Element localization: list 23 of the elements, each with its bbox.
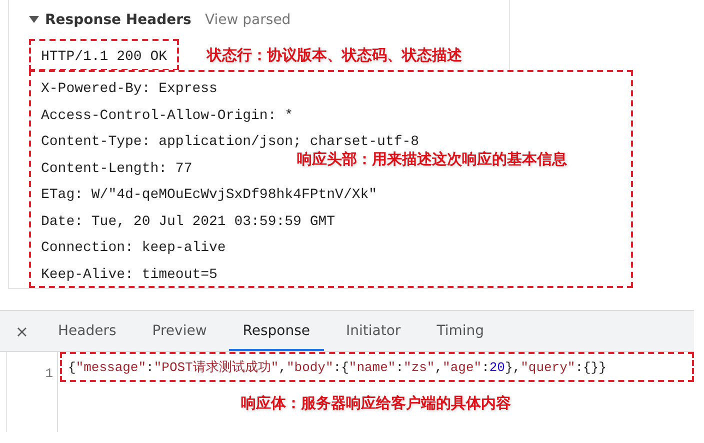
panel-tab[interactable]: Headers — [44, 311, 130, 351]
panel-tab[interactable]: Preview — [138, 311, 221, 351]
annotation-label: 响应头部：用来描述这次响应的基本信息 — [297, 150, 567, 169]
header-line: Keep-Alive: timeout=5 — [41, 266, 218, 284]
header-line: Access-Control-Allow-Origin: * — [41, 106, 294, 126]
annotation-label: 状态行：协议版本、状态码、状态描述 — [207, 46, 462, 64]
view-parsed-link[interactable]: View parsed — [205, 12, 291, 28]
header-line: Date: Tue, 20 Jul 2021 03:59:59 GMT — [41, 212, 336, 232]
header-line: Content-Type: application/json; charset-utf-8 — [41, 133, 420, 151]
panel-tab[interactable]: Timing — [422, 311, 498, 351]
panel-tab[interactable]: Initiator — [332, 311, 415, 351]
line-number: 1 — [45, 366, 53, 381]
annotation-label: 响应体：服务器响应给客户端的具体内容 — [241, 394, 511, 413]
section-title: Response Headers — [45, 12, 192, 28]
code-line: {"message":"POST请求测试成功","body":{"name":"zs","age":20},"query":{}} — [68, 359, 606, 376]
header-line: Connection: keep-alive — [41, 239, 226, 258]
panel-tab[interactable]: Response — [228, 311, 324, 351]
close-button[interactable]: × — [0, 322, 44, 340]
expand-triangle-icon[interactable] — [29, 16, 39, 24]
header-line: ETag: W/"4d-qeMOuEcWvjSxDf98hk4FPtnV/Xk" — [41, 186, 378, 205]
header-line: X-Powered-By: Express — [41, 80, 218, 99]
header-line: Content-Length: 77 — [41, 160, 192, 178]
status-line: HTTP/1.1 200 OK — [41, 49, 168, 65]
